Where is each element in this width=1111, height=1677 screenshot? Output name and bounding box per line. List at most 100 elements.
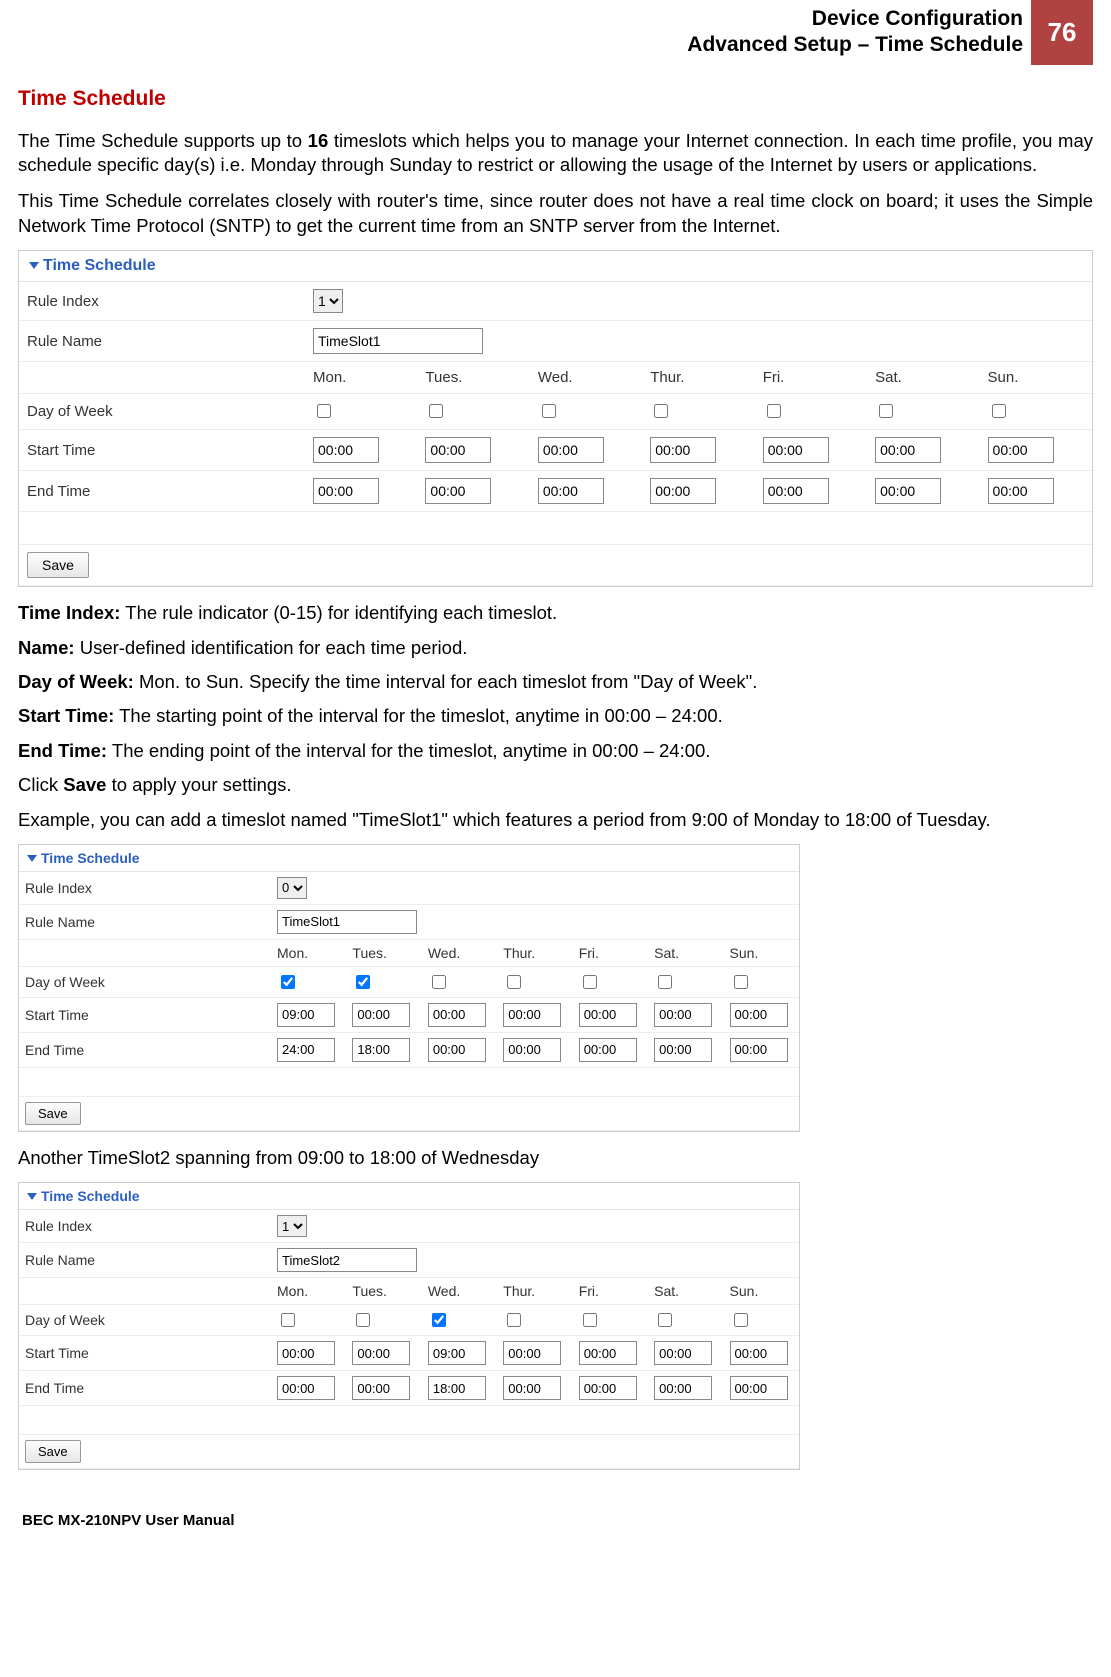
day-checkbox[interactable] bbox=[317, 404, 331, 418]
day-checkbox[interactable] bbox=[734, 1313, 748, 1327]
intro-paragraph-1: The Time Schedule supports up to 16 time… bbox=[18, 129, 1093, 178]
start-time-input[interactable] bbox=[763, 437, 829, 463]
label: End Time: bbox=[18, 740, 107, 761]
day-header: Tues. bbox=[346, 939, 421, 966]
start-time-input[interactable] bbox=[654, 1341, 712, 1365]
day-checkbox[interactable] bbox=[654, 404, 668, 418]
start-time-input[interactable] bbox=[579, 1341, 637, 1365]
end-time-input[interactable] bbox=[763, 478, 829, 504]
day-of-week-label: Day of Week bbox=[19, 966, 271, 997]
start-time-input[interactable] bbox=[425, 437, 491, 463]
day-checkbox[interactable] bbox=[767, 404, 781, 418]
end-time-input[interactable] bbox=[277, 1376, 335, 1400]
panel-title: Time Schedule bbox=[19, 251, 1092, 282]
rule-index-label: Rule Index bbox=[19, 1210, 271, 1243]
day-checkbox[interactable] bbox=[356, 1313, 370, 1327]
day-checkbox[interactable] bbox=[542, 404, 556, 418]
day-checkbox[interactable] bbox=[507, 975, 521, 989]
footer: BEC MX-210NPV User Manual bbox=[18, 1484, 1093, 1537]
day-checkbox[interactable] bbox=[281, 975, 295, 989]
end-time-input[interactable] bbox=[988, 478, 1054, 504]
rule-name-input[interactable] bbox=[277, 910, 417, 934]
rule-name-label: Rule Name bbox=[19, 321, 305, 362]
collapse-icon[interactable] bbox=[29, 262, 39, 269]
start-time-input[interactable] bbox=[730, 1003, 788, 1027]
end-time-input[interactable] bbox=[503, 1038, 561, 1062]
end-time-input[interactable] bbox=[503, 1376, 561, 1400]
day-checkbox[interactable] bbox=[583, 975, 597, 989]
day-checkbox[interactable] bbox=[429, 404, 443, 418]
intro-paragraph-2: This Time Schedule correlates closely wi… bbox=[18, 189, 1093, 238]
day-checkbox[interactable] bbox=[658, 1313, 672, 1327]
save-button[interactable]: Save bbox=[25, 1440, 81, 1463]
end-time-input[interactable] bbox=[654, 1376, 712, 1400]
day-header: Sat. bbox=[648, 1278, 723, 1305]
day-checkbox[interactable] bbox=[432, 1313, 446, 1327]
example2-text: Another TimeSlot2 spanning from 09:00 to… bbox=[18, 1146, 1093, 1170]
day-header: Fri. bbox=[755, 362, 867, 394]
end-time-input[interactable] bbox=[730, 1376, 788, 1400]
end-time-input[interactable] bbox=[730, 1038, 788, 1062]
day-checkbox[interactable] bbox=[658, 975, 672, 989]
panel-title: Time Schedule bbox=[19, 1183, 799, 1210]
end-time-input[interactable] bbox=[352, 1376, 410, 1400]
end-time-input[interactable] bbox=[650, 478, 716, 504]
day-header: Sun. bbox=[724, 1278, 799, 1305]
start-time-input[interactable] bbox=[428, 1003, 486, 1027]
section-title: Time Schedule bbox=[18, 87, 1093, 111]
start-time-input[interactable] bbox=[538, 437, 604, 463]
end-time-input[interactable] bbox=[428, 1038, 486, 1062]
start-time-input[interactable] bbox=[352, 1003, 410, 1027]
label: Name: bbox=[18, 637, 75, 658]
start-time-input[interactable] bbox=[313, 437, 379, 463]
rule-name-input[interactable] bbox=[277, 1248, 417, 1272]
start-time-input[interactable] bbox=[579, 1003, 637, 1027]
start-time-input[interactable] bbox=[650, 437, 716, 463]
rule-name-input[interactable] bbox=[313, 328, 483, 354]
day-checkbox[interactable] bbox=[281, 1313, 295, 1327]
day-checkbox[interactable] bbox=[734, 975, 748, 989]
end-time-input[interactable] bbox=[428, 1376, 486, 1400]
day-checkbox[interactable] bbox=[507, 1313, 521, 1327]
collapse-icon[interactable] bbox=[27, 1193, 37, 1200]
day-checkbox[interactable] bbox=[432, 975, 446, 989]
text: Mon. to Sun. Specify the time interval f… bbox=[134, 671, 758, 692]
start-time-input[interactable] bbox=[875, 437, 941, 463]
start-time-input[interactable] bbox=[277, 1003, 335, 1027]
day-checkbox[interactable] bbox=[992, 404, 1006, 418]
day-header: Thur. bbox=[497, 1278, 572, 1305]
end-time-input[interactable] bbox=[654, 1038, 712, 1062]
end-time-input[interactable] bbox=[425, 478, 491, 504]
end-time-input[interactable] bbox=[277, 1038, 335, 1062]
rule-index-select[interactable]: 0 bbox=[277, 877, 307, 899]
start-time-input[interactable] bbox=[654, 1003, 712, 1027]
end-time-input[interactable] bbox=[875, 478, 941, 504]
start-time-label: Start Time bbox=[19, 997, 271, 1032]
collapse-icon[interactable] bbox=[27, 855, 37, 862]
end-time-label: End Time bbox=[19, 471, 305, 512]
rule-index-label: Rule Index bbox=[19, 282, 305, 321]
start-time-input[interactable] bbox=[352, 1341, 410, 1365]
rule-name-label: Rule Name bbox=[19, 1243, 271, 1278]
start-time-input[interactable] bbox=[277, 1341, 335, 1365]
start-time-input[interactable] bbox=[428, 1341, 486, 1365]
day-checkbox[interactable] bbox=[879, 404, 893, 418]
start-time-input[interactable] bbox=[503, 1341, 561, 1365]
end-time-input[interactable] bbox=[352, 1038, 410, 1062]
start-time-input[interactable] bbox=[503, 1003, 561, 1027]
end-time-input[interactable] bbox=[538, 478, 604, 504]
save-button[interactable]: Save bbox=[27, 552, 89, 578]
rule-index-select[interactable]: 1 bbox=[313, 289, 343, 313]
day-checkbox[interactable] bbox=[356, 975, 370, 989]
day-checkbox[interactable] bbox=[583, 1313, 597, 1327]
end-time-input[interactable] bbox=[313, 478, 379, 504]
start-time-input[interactable] bbox=[730, 1341, 788, 1365]
day-header: Wed. bbox=[530, 362, 642, 394]
rule-index-select[interactable]: 1 bbox=[277, 1215, 307, 1237]
end-time-input[interactable] bbox=[579, 1376, 637, 1400]
day-header: Thur. bbox=[642, 362, 754, 394]
start-time-input[interactable] bbox=[988, 437, 1054, 463]
save-button[interactable]: Save bbox=[25, 1102, 81, 1125]
day-header: Mon. bbox=[271, 939, 346, 966]
end-time-input[interactable] bbox=[579, 1038, 637, 1062]
